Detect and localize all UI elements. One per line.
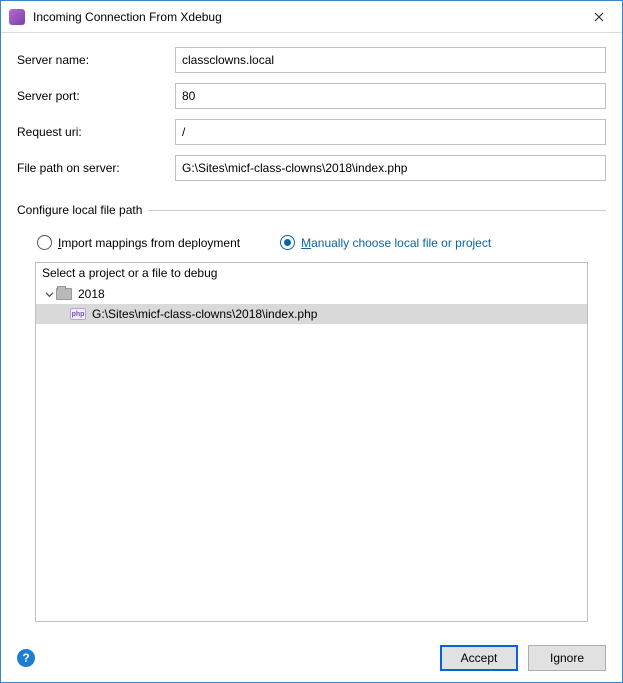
file-path-label: File path on server: <box>17 161 167 175</box>
dialog-window: Incoming Connection From Xdebug Server n… <box>0 0 623 683</box>
radio-import-mappings[interactable]: Import mappings from deployment <box>37 235 240 250</box>
radio-import-label: Import mappings from deployment <box>58 236 240 250</box>
file-path-input[interactable] <box>175 155 606 181</box>
window-title: Incoming Connection From Xdebug <box>33 10 576 24</box>
tree-file-label: G:\Sites\micf-class-clowns\2018\index.ph… <box>92 307 317 321</box>
request-uri-input[interactable] <box>175 119 606 145</box>
close-button[interactable] <box>576 1 622 33</box>
server-port-label: Server port: <box>17 89 167 103</box>
tree-project-label: 2018 <box>78 287 105 301</box>
tree-row-project[interactable]: 2018 <box>36 284 587 304</box>
mapping-mode-radios: Import mappings from deployment Manually… <box>17 231 606 262</box>
configure-local-path-section: Configure local file path Import mapping… <box>17 203 606 622</box>
radio-icon <box>280 235 295 250</box>
app-icon <box>9 9 25 25</box>
section-legend: Configure local file path <box>17 203 148 217</box>
radio-manual-label: Manually choose local file or project <box>301 236 491 250</box>
tree-body[interactable]: 2018 php G:\Sites\micf-class-clowns\2018… <box>36 284 587 621</box>
titlebar: Incoming Connection From Xdebug <box>1 1 622 33</box>
radio-icon <box>37 235 52 250</box>
radio-manual-choose[interactable]: Manually choose local file or project <box>280 235 491 250</box>
dialog-content: Server name: Server port: Request uri: F… <box>1 33 622 634</box>
server-name-label: Server name: <box>17 53 167 67</box>
dialog-footer: ? Accept Ignore <box>1 634 622 682</box>
folder-icon <box>56 288 72 300</box>
connection-form: Server name: Server port: Request uri: F… <box>17 47 606 181</box>
close-icon <box>594 12 604 22</box>
tree-row-file[interactable]: php G:\Sites\micf-class-clowns\2018\inde… <box>36 304 587 324</box>
php-file-icon: php <box>70 308 86 320</box>
file-tree: Select a project or a file to debug 2018… <box>35 262 588 622</box>
request-uri-label: Request uri: <box>17 125 167 139</box>
help-icon[interactable]: ? <box>17 649 35 667</box>
chevron-down-icon[interactable] <box>42 290 56 299</box>
tree-header: Select a project or a file to debug <box>36 263 587 284</box>
server-name-input[interactable] <box>175 47 606 73</box>
accept-button[interactable]: Accept <box>440 645 518 671</box>
ignore-button[interactable]: Ignore <box>528 645 606 671</box>
server-port-input[interactable] <box>175 83 606 109</box>
